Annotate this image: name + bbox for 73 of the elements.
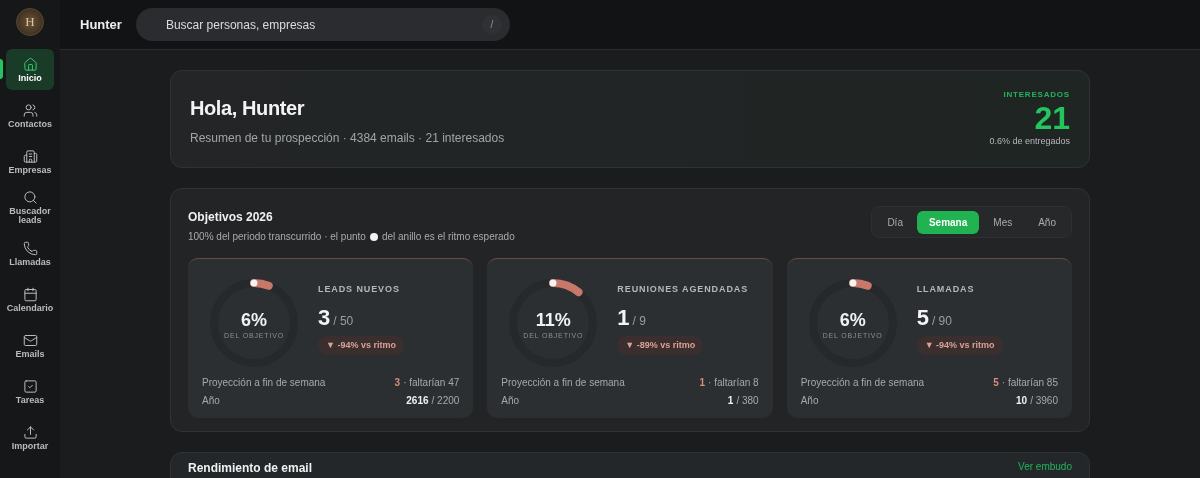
projection-label: Proyección a fin de semana — [800, 376, 925, 390]
projection-note: · faltarían 85 — [1001, 376, 1058, 390]
nav-item[interactable]: Importar — [6, 417, 54, 458]
metric-name: LEADS NUEVOS — [318, 283, 401, 296]
calendar-icon — [22, 286, 38, 302]
year-value: 2616 — [406, 394, 429, 408]
checkbox-icon — [22, 378, 38, 394]
metric-value: 1 — [617, 303, 630, 332]
pace-dot — [250, 279, 258, 287]
period-tab[interactable]: Día — [875, 210, 915, 234]
section-subtitle: 100% del periodo transcurrido · el punto — [188, 230, 366, 244]
percent-value: 6% — [839, 308, 866, 331]
metric-value: 5 — [916, 303, 929, 332]
projection-value: 3 — [394, 376, 401, 390]
year-label: Año — [800, 394, 819, 408]
phone-icon — [22, 240, 38, 256]
active-indicator — [0, 59, 3, 79]
building-icon — [22, 148, 38, 164]
year-label: Año — [202, 394, 220, 408]
pace-dot — [549, 279, 557, 287]
pace-badge: ▼ -89% vs ritmo — [617, 335, 704, 355]
avatar[interactable]: H — [16, 8, 44, 36]
nav-item[interactable]: Empresas — [6, 141, 54, 182]
stat-label: INTERESADOS — [1003, 89, 1070, 102]
pace-dot — [849, 279, 857, 287]
year-target: / 380 — [736, 394, 759, 408]
metric-target: / 9 — [632, 312, 646, 330]
funnel-link[interactable]: Ver embudo — [1018, 459, 1072, 474]
nav-item[interactable]: Llamadas — [6, 233, 54, 274]
users-icon — [22, 102, 38, 118]
search-field[interactable]: Buscar personas, empresas / — [135, 8, 510, 41]
projection-value: 5 — [993, 376, 999, 390]
nav-item[interactable]: Tareas — [6, 371, 54, 412]
nav-item[interactable]: Calendario — [6, 279, 54, 320]
year-target: / 2200 — [431, 394, 460, 408]
page-title: Hunter — [80, 15, 122, 34]
search-input[interactable]: Buscar personas, empresas — [165, 15, 482, 34]
year-label: Año — [501, 394, 520, 408]
percent-value: 6% — [241, 308, 267, 331]
year-target: / 3960 — [1030, 394, 1058, 408]
projection-label: Proyección a fin de semana — [202, 376, 326, 390]
pace-badge: ▼ -94% vs ritmo — [916, 335, 1003, 355]
section-title: Objetivos 2026 — [188, 209, 274, 226]
shortcut-key: / — [481, 14, 502, 35]
nav-item[interactable]: Inicio — [6, 49, 54, 90]
projection-value: 1 — [699, 376, 706, 390]
projection-note: · faltarían 8 — [708, 376, 759, 390]
metric-name: LLAMADAS — [916, 283, 976, 296]
greeting-title: Hola, Hunter — [190, 96, 306, 121]
projection-label: Proyección a fin de semana — [501, 376, 625, 390]
nav-item[interactable]: Contactos — [6, 95, 54, 136]
section-title: Rendimiento de email — [188, 460, 313, 477]
home-icon — [22, 56, 38, 72]
nav-item[interactable]: Emails — [6, 325, 54, 366]
metric-target: / 50 — [333, 312, 354, 330]
section-subtitle: del anillo es el ritmo esperado — [381, 230, 515, 244]
stat-value: 21 — [1034, 101, 1070, 136]
search-icon — [22, 190, 38, 205]
period-tab[interactable]: Año — [1026, 210, 1068, 234]
projection-note: · faltarían 47 — [403, 376, 460, 390]
metric-name: REUNIONES AGENDADAS — [617, 283, 749, 296]
percent-value: 11% — [535, 308, 571, 331]
mail-icon — [22, 332, 38, 348]
metric-target: / 90 — [931, 312, 952, 330]
metric-value: 3 — [318, 303, 331, 332]
nav-item[interactable]: Buscador leads — [6, 187, 54, 228]
stat-note: 0.6% de entregados — [989, 135, 1070, 149]
upload-icon — [22, 424, 38, 440]
year-value: 10 — [1016, 394, 1028, 408]
summary-text: Resumen de tu prospección · 4384 emails · 21 interesados — [190, 130, 505, 147]
period-tab[interactable]: Mes — [981, 210, 1025, 234]
pace-badge: ▼ -94% vs ritmo — [318, 335, 404, 355]
year-value: 1 — [727, 394, 734, 408]
